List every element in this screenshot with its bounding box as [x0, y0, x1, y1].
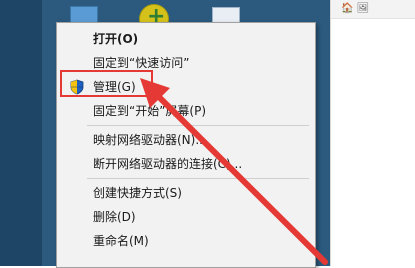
annotation-arrow: [140, 78, 328, 265]
